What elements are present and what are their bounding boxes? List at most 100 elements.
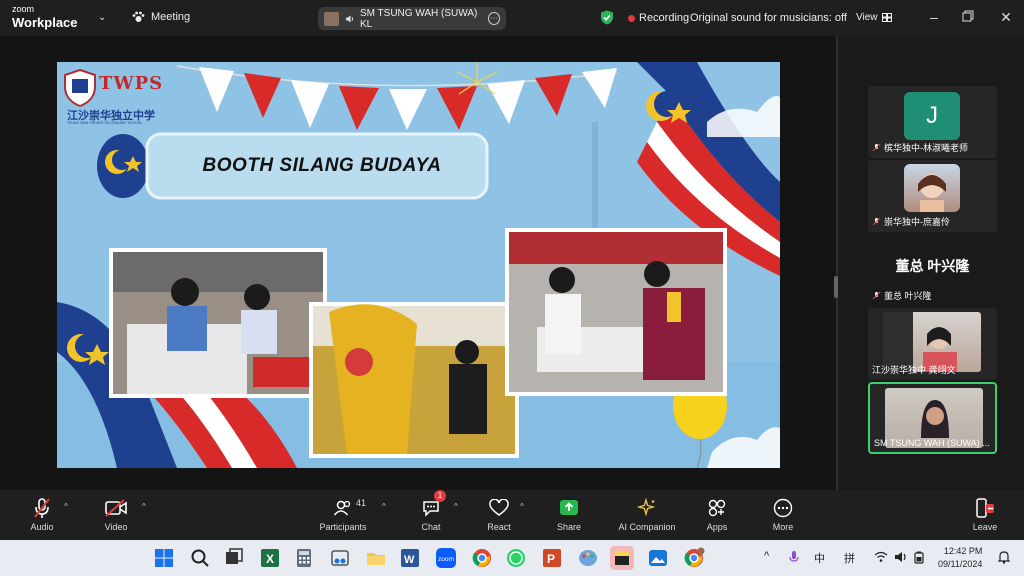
zoom-app-icon[interactable]: zoom xyxy=(434,546,458,570)
notification-bell-icon[interactable] xyxy=(998,550,1010,564)
apps-icon xyxy=(708,499,726,517)
video-label: Video xyxy=(104,522,128,532)
react-label: React xyxy=(487,522,511,532)
speaker-thumbnail xyxy=(324,11,339,26)
share-button[interactable]: Share xyxy=(552,496,586,532)
audio-label: Audio xyxy=(30,522,54,532)
react-options-caret[interactable]: ^ xyxy=(520,502,524,511)
battery-icon[interactable] xyxy=(914,551,924,564)
participant-tile[interactable]: 崇华独中-庶嘉伶 xyxy=(868,160,997,232)
chrome-icon[interactable] xyxy=(470,546,494,570)
chevron-down-icon[interactable]: ⌄ xyxy=(98,12,106,23)
slide-title: BOOTH SILANG BUDAYA xyxy=(202,155,442,176)
recording-indicator[interactable]: Recording xyxy=(628,12,689,24)
system-clock[interactable]: 12:42 PM 09/11/2024 xyxy=(938,545,982,571)
share-content-area: TWPS 江沙崇华独立中学 TSUNG WAH PRIVATE SECONDAR… xyxy=(0,36,840,490)
mic-muted-icon xyxy=(872,217,881,226)
leave-icon xyxy=(976,498,994,518)
ime-language[interactable]: 中 xyxy=(814,550,825,566)
svg-text:X: X xyxy=(266,552,274,566)
wifi-icon[interactable] xyxy=(874,551,888,563)
whatsapp-icon[interactable] xyxy=(504,546,528,570)
audio-button[interactable]: Audio xyxy=(24,496,60,532)
participant-tile[interactable]: 江沙崇华独中 龚翊文 xyxy=(868,308,997,380)
paw-icon xyxy=(132,11,145,22)
participant-name-row: 崇华独中-庶嘉伶 xyxy=(872,215,950,228)
participant-tile[interactable]: 董总 叶兴隆 董总 叶兴隆 xyxy=(868,234,997,306)
paint-icon[interactable] xyxy=(576,546,600,570)
participant-name: 崇华独中-庶嘉伶 xyxy=(884,217,950,227)
snipping-tool-icon[interactable] xyxy=(328,546,352,570)
shared-slide: TWPS 江沙崇华独立中学 TSUNG WAH PRIVATE SECONDAR… xyxy=(57,62,780,468)
ai-companion-label: AI Companion xyxy=(618,522,676,532)
file-explorer-icon[interactable] xyxy=(364,546,388,570)
school-crest-icon xyxy=(64,69,96,107)
record-dot-icon xyxy=(628,14,635,22)
participant-name-row: 董总 叶兴隆 xyxy=(872,289,932,302)
excel-icon[interactable]: X xyxy=(258,546,282,570)
apps-button[interactable]: Apps xyxy=(702,496,732,532)
meeting-label: Meeting xyxy=(151,11,191,23)
microphone-tray-icon[interactable] xyxy=(788,550,800,564)
participants-icon xyxy=(333,500,351,516)
participant-name-row: SM TSUNG WAH (SUWA) ... xyxy=(874,438,990,448)
leave-button[interactable]: Leave xyxy=(970,496,1000,532)
view-button[interactable]: View xyxy=(856,12,892,23)
svg-text:W: W xyxy=(404,554,415,566)
clock-date: 09/11/2024 xyxy=(938,559,983,569)
participants-options-caret[interactable]: ^ xyxy=(382,502,386,511)
participants-count: 41 xyxy=(356,498,367,508)
close-icon[interactable]: ✕ xyxy=(998,9,1014,25)
volume-icon[interactable] xyxy=(894,551,908,563)
participant-name: 槟华独中-林淑曦老师 xyxy=(884,143,968,153)
chrome-profile-icon[interactable] xyxy=(682,546,706,570)
react-button[interactable]: React xyxy=(484,496,514,532)
chat-label: Chat xyxy=(421,522,441,532)
clock-time: 12:42 PM xyxy=(943,546,983,556)
tray-chevron-icon[interactable]: ^ xyxy=(764,550,769,562)
audio-options-caret[interactable]: ^ xyxy=(64,502,68,511)
windows-taskbar: X W zoom P ^ 中 拼 12:42 PM 09/11/2024 xyxy=(0,540,1024,576)
video-options-caret[interactable]: ^ xyxy=(142,502,146,511)
participant-display-name: 董总 叶兴隆 xyxy=(895,258,970,274)
more-icon xyxy=(773,498,793,518)
chat-options-caret[interactable]: ^ xyxy=(454,502,458,511)
video-button[interactable]: Video xyxy=(98,496,134,532)
original-sound-status[interactable]: Original sound for musicians: off xyxy=(690,12,847,24)
word-icon[interactable]: W xyxy=(398,546,422,570)
participant-tile-active-speaker[interactable]: SM TSUNG WAH (SUWA) ... xyxy=(868,382,997,454)
more-button[interactable]: More xyxy=(768,496,798,532)
sticky-notes-icon[interactable] xyxy=(610,546,634,570)
participants-label: Participants xyxy=(319,522,367,532)
logo-text: TWPS xyxy=(99,73,164,94)
zoom-brand[interactable]: zoom Workplace xyxy=(12,5,78,30)
share-screen-icon xyxy=(560,500,578,515)
shield-check-icon[interactable] xyxy=(600,10,614,25)
leave-label: Leave xyxy=(972,522,998,532)
ai-companion-button[interactable]: AI Companion xyxy=(612,496,682,532)
svg-text:zoom: zoom xyxy=(438,556,454,563)
active-speaker-name: SM TSUNG WAH (SUWA) KL xyxy=(359,7,478,30)
zoom-window: zoom Workplace ⌄ Meeting SM TSUNG WAH (S… xyxy=(0,0,1024,576)
participant-name-row: 槟华独中-林淑曦老师 xyxy=(872,141,968,154)
heart-icon xyxy=(489,499,509,516)
mic-muted-icon xyxy=(34,498,50,518)
participant-tile[interactable]: J 槟华独中-林淑曦老师 xyxy=(868,86,997,158)
recording-label: Recording xyxy=(639,12,690,24)
photos-icon[interactable] xyxy=(646,546,670,570)
minimize-icon[interactable]: – xyxy=(926,9,942,25)
active-speaker-pill[interactable]: SM TSUNG WAH (SUWA) KL ··· xyxy=(318,7,506,30)
chat-unread-badge: 1 xyxy=(434,490,446,502)
ime-mode[interactable]: 拼 xyxy=(844,550,855,566)
task-view-icon[interactable] xyxy=(222,546,246,570)
more-icon[interactable]: ··· xyxy=(487,12,500,25)
meeting-menu[interactable]: Meeting xyxy=(132,11,190,23)
restore-icon[interactable] xyxy=(960,9,976,25)
calculator-icon[interactable] xyxy=(292,546,316,570)
avatar: J xyxy=(904,92,960,140)
share-label: Share xyxy=(556,522,582,532)
participant-name-row: 江沙崇华独中 龚翊文 xyxy=(872,363,956,376)
search-icon[interactable] xyxy=(188,546,212,570)
powerpoint-icon[interactable]: P xyxy=(540,546,564,570)
windows-start-icon[interactable] xyxy=(152,546,176,570)
